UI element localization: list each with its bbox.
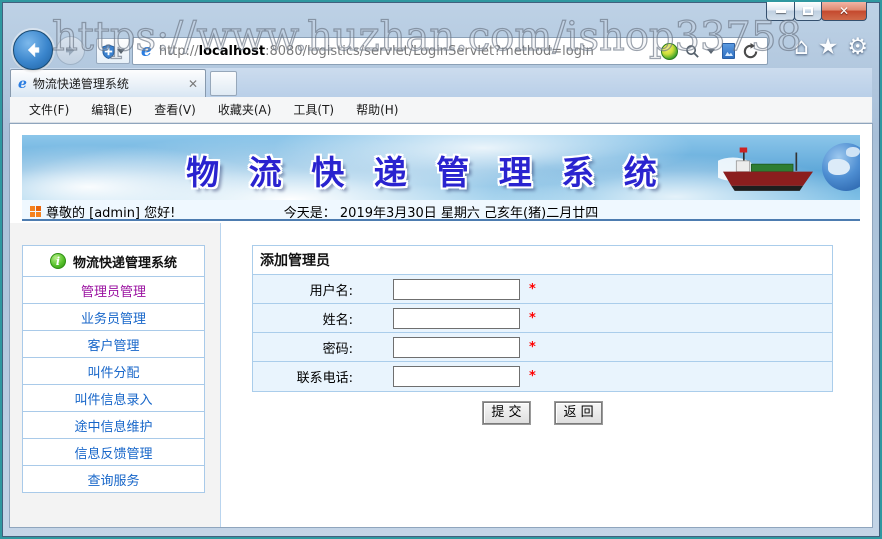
close-icon: ✕: [838, 4, 850, 18]
shield-plus-icon: [101, 44, 115, 59]
form-row-phone: 联系电话: *: [253, 362, 832, 391]
tab-close-icon[interactable]: ✕: [188, 77, 198, 91]
form-row-username: 用户名: *: [253, 275, 832, 304]
sidebar-item-label: 叫件分配: [87, 365, 140, 381]
today-date-text: 今天是： 2019年3月30日 星期六 己亥年(猪)二月廿四: [283, 206, 599, 221]
status-bar: 尊敬的 [admin] 您好! 今天是： 2019年3月30日 星期六 己亥年(…: [22, 200, 860, 221]
sidebar-item-pickup-assignment[interactable]: 叫件分配: [22, 357, 205, 385]
sidebar-item-label: 客户管理: [87, 338, 140, 354]
password-input[interactable]: [393, 336, 520, 358]
sidebar-header: i 物流快递管理系统: [22, 245, 205, 277]
submit-button[interactable]: 提 交: [482, 402, 530, 424]
banner-title: 物 流 快 递 管 理 系 统: [186, 152, 666, 192]
compatibility-page-icon[interactable]: [722, 43, 735, 59]
menu-bar: 文件(F) 编辑(E) 查看(V) 收藏夹(A) 工具(T) 帮助(H): [10, 97, 872, 123]
menu-help[interactable]: 帮助(H): [345, 97, 409, 122]
required-asterisk: *: [529, 281, 536, 297]
name-label: 姓名:: [322, 312, 353, 328]
password-label: 密码:: [322, 341, 353, 357]
minimize-icon: [775, 9, 786, 13]
sidebar-item-query-service[interactable]: 查询服务: [22, 465, 205, 493]
menu-view[interactable]: 查看(V): [143, 97, 207, 122]
forward-arrow-icon: [66, 45, 75, 56]
maximize-button[interactable]: [794, 2, 822, 21]
username-label: 用户名:: [309, 283, 353, 299]
back-button[interactable]: [13, 30, 53, 70]
menu-tools[interactable]: 工具(T): [282, 97, 345, 122]
required-asterisk: *: [529, 339, 536, 355]
username-input[interactable]: [393, 278, 520, 300]
sidebar: i 物流快递管理系统 管理员管理 业务员管理 客户管理 叫件分配 叫件信息录入 …: [10, 223, 221, 527]
banner-image: 物 流 快 递 管 理 系 统: [22, 135, 860, 200]
refresh-icon[interactable]: [742, 42, 759, 60]
sidebar-item-transit-maintenance[interactable]: 途中信息维护: [22, 411, 205, 439]
compatibility-shield-button[interactable]: [96, 38, 130, 64]
back-arrow-icon: [27, 42, 40, 58]
search-icon[interactable]: [685, 44, 700, 59]
tab-row: e 物流快递管理系统 ✕: [10, 68, 872, 97]
sidebar-header-label: 物流快递管理系统: [72, 255, 177, 271]
name-input[interactable]: [393, 307, 520, 329]
search-dropdown-caret-icon[interactable]: [707, 48, 715, 54]
browser-toolbar: ⌂ ★ ⚙: [794, 36, 868, 59]
sidebar-item-label: 管理员管理: [80, 284, 146, 300]
forward-button[interactable]: [56, 36, 85, 65]
settings-gear-icon[interactable]: ⚙: [847, 36, 868, 59]
ie-favicon: e: [141, 41, 152, 61]
sidebar-item-customer-management[interactable]: 客户管理: [22, 330, 205, 358]
form-title: 添加管理员: [253, 246, 832, 275]
phone-label: 联系电话:: [296, 371, 353, 386]
ie-tab-icon: e: [18, 75, 27, 92]
sidebar-item-feedback-management[interactable]: 信息反馈管理: [22, 438, 205, 466]
phone-input[interactable]: [393, 366, 520, 387]
maximize-icon: [803, 7, 813, 15]
tab-title: 物流快递管理系统: [32, 77, 129, 91]
url-host: localhost: [198, 43, 266, 59]
addon-orb-icon[interactable]: [661, 42, 678, 60]
tab-logistics-system[interactable]: e 物流快递管理系统 ✕: [10, 69, 206, 97]
home-icon[interactable]: ⌂: [794, 36, 809, 59]
add-admin-form: 添加管理员 用户名: * 姓名: * 密码: * 联系电话: * 提 交 返 回: [252, 245, 833, 424]
page-viewport: 物 流 快 递 管 理 系 统 尊敬的 [admin] 您好! 今天是： 201…: [10, 124, 872, 527]
form-buttons: 提 交 返 回: [252, 401, 833, 424]
favorites-star-icon[interactable]: ★: [818, 36, 839, 59]
window-controls: ✕: [766, 2, 867, 21]
menu-edit[interactable]: 编辑(E): [80, 97, 143, 122]
close-button[interactable]: ✕: [821, 2, 867, 21]
form-table: 添加管理员 用户名: * 姓名: * 密码: * 联系电话: *: [252, 245, 833, 392]
sidebar-item-label: 查询服务: [87, 473, 140, 489]
browser-window: https://www.huzhan.com/ishop33758 ✕ e ht…: [0, 0, 882, 539]
sidebar-menu: i 物流快递管理系统 管理员管理 业务员管理 客户管理 叫件分配 叫件信息录入 …: [22, 245, 205, 493]
sidebar-item-label: 信息反馈管理: [74, 446, 153, 462]
minimize-button[interactable]: [766, 2, 795, 21]
sidebar-item-pickup-entry[interactable]: 叫件信息录入: [22, 384, 205, 412]
caret-down-icon: [116, 48, 125, 54]
menu-favorites[interactable]: 收藏夹(A): [207, 97, 283, 122]
required-asterisk: *: [529, 369, 536, 384]
return-button[interactable]: 返 回: [555, 402, 603, 424]
address-bar[interactable]: e http://localhost:8080/logistics/servle…: [132, 37, 768, 65]
sidebar-item-label: 叫件信息录入: [74, 392, 153, 408]
form-row-name: 姓名: *: [253, 304, 832, 333]
info-icon: i: [49, 253, 66, 269]
url-text: http://localhost:8080/logistics/servlet/…: [158, 43, 594, 59]
new-tab-button[interactable]: [210, 71, 237, 96]
form-row-password: 密码: *: [253, 333, 832, 362]
sidebar-item-salesman-management[interactable]: 业务员管理: [22, 303, 205, 331]
menu-file[interactable]: 文件(F): [18, 97, 80, 122]
sidebar-item-label: 途中信息维护: [74, 419, 153, 435]
sidebar-item-label: 业务员管理: [80, 311, 146, 327]
required-asterisk: *: [529, 310, 536, 326]
cargo-ship-illustration: [718, 144, 818, 196]
sidebar-item-admin-management[interactable]: 管理员管理: [22, 276, 205, 304]
